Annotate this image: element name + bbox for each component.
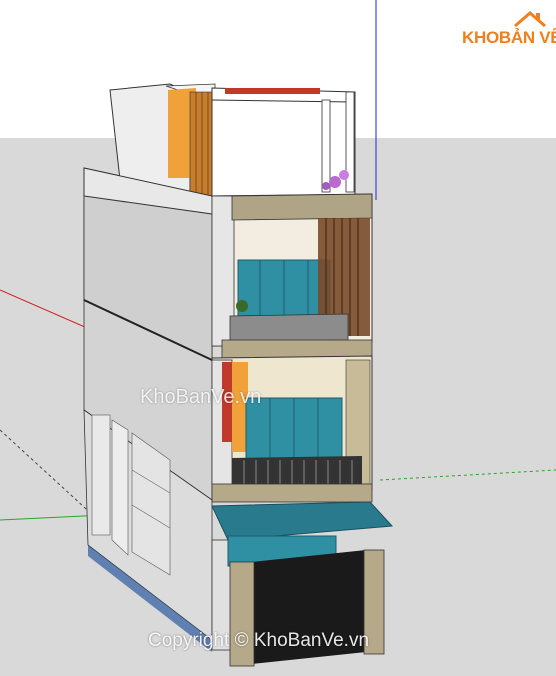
copyright-watermark: Copyright © KhoBanVe.vn xyxy=(148,630,370,651)
center-watermark: KhoBanVe.vn xyxy=(140,386,262,408)
model-3d-render xyxy=(0,0,556,676)
logo-text: KHOBẢN VẼ xyxy=(462,28,556,48)
logo-text-part1: KHO xyxy=(462,28,499,47)
logo-text-part2: BẢN VẼ xyxy=(498,28,556,47)
flower-pot xyxy=(329,176,341,188)
floor3-balcony-rail xyxy=(229,313,349,343)
khobanve-logo: KHOBẢN VẼ xyxy=(462,10,556,50)
sketchup-viewport[interactable]: KHOBẢN VẼ KhoBanVe.vn Copyright © KhoBan… xyxy=(0,0,556,676)
floor2-balcony-rail xyxy=(232,456,362,486)
